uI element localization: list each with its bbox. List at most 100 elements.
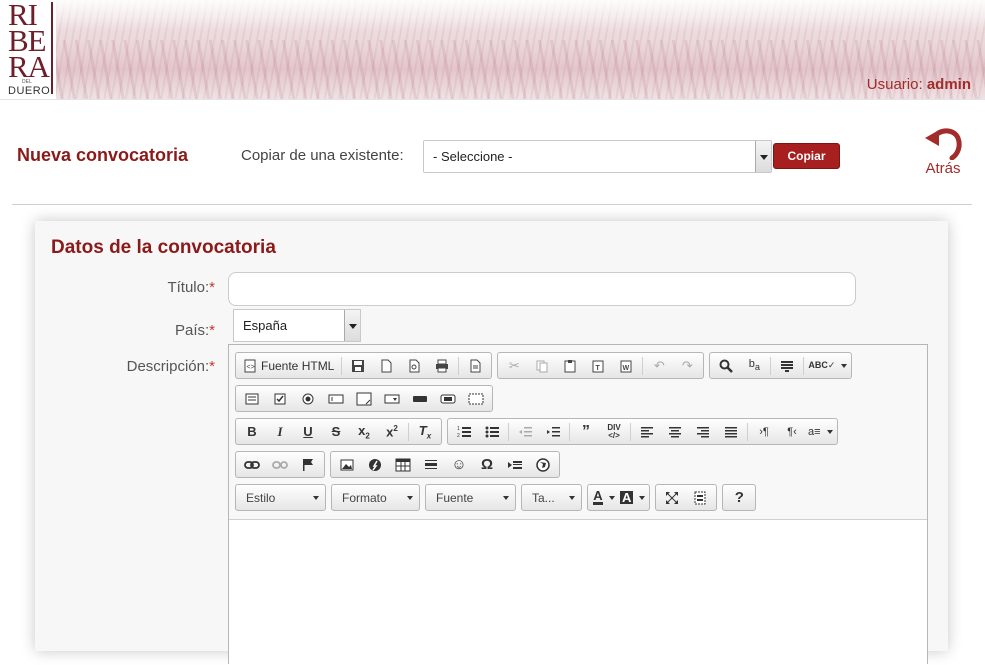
format-combo[interactable]: Formato — [331, 484, 420, 511]
user-name[interactable]: admin — [927, 76, 971, 93]
titulo-input[interactable] — [228, 272, 856, 306]
image-button-field-button[interactable] — [434, 386, 462, 411]
blockquote-button[interactable]: ” — [572, 419, 600, 444]
special-char-button[interactable]: Ω — [473, 452, 501, 477]
div-container-button[interactable]: DIV </> — [600, 419, 628, 444]
align-center-button[interactable] — [661, 419, 689, 444]
spellcheck-button[interactable]: ABC✓ — [806, 353, 849, 378]
paste-button[interactable] — [556, 353, 584, 378]
source-html-button[interactable]: <> Fuente HTML — [238, 353, 339, 378]
indent-button[interactable] — [539, 419, 567, 444]
radio-icon — [302, 393, 314, 404]
maximize-icon — [666, 491, 679, 504]
find-button[interactable] — [712, 353, 740, 378]
copy-text-button[interactable] — [528, 353, 556, 378]
divider — [12, 204, 972, 205]
italic-icon: I — [277, 423, 283, 439]
chevron-down-icon[interactable] — [755, 141, 771, 172]
cut-button[interactable]: ✂ — [500, 353, 528, 378]
language-button[interactable]: a≡ — [806, 419, 835, 444]
background-color-button[interactable]: A — [618, 485, 647, 510]
chevron-down-icon[interactable] — [344, 310, 360, 341]
print-button[interactable] — [428, 353, 456, 378]
copy-button[interactable]: Copiar — [773, 143, 840, 169]
ltr-button[interactable]: ›¶ — [750, 419, 778, 444]
unlink-button[interactable] — [266, 452, 294, 477]
textarea-button[interactable] — [350, 386, 378, 411]
pais-select[interactable]: España — [233, 309, 361, 342]
form-button[interactable] — [238, 386, 266, 411]
horizontal-rule-button[interactable] — [417, 452, 445, 477]
toolbar-group-basic-styles: B I U S x2 x2 Tx — [235, 418, 442, 445]
select-all-button[interactable] — [773, 353, 801, 378]
preview-button[interactable] — [400, 353, 428, 378]
maximize-button[interactable] — [658, 485, 686, 510]
back-link[interactable]: Atrás — [918, 124, 968, 177]
font-combo[interactable]: Fuente — [425, 484, 516, 511]
image-icon — [340, 459, 354, 470]
underline-button[interactable]: U — [294, 419, 322, 444]
select-field-button[interactable] — [378, 386, 406, 411]
bold-icon: B — [247, 424, 257, 439]
toolbar-group-help: ? — [722, 484, 757, 511]
superscript-icon: x2 — [386, 423, 398, 440]
templates-button[interactable] — [461, 353, 489, 378]
size-combo[interactable]: Ta... — [521, 484, 582, 511]
save-button[interactable] — [344, 353, 372, 378]
anchor-button[interactable] — [294, 452, 322, 477]
copy-from-select-value: - Seleccione - — [433, 149, 513, 164]
undo-icon: ↶ — [653, 357, 665, 373]
table-button[interactable] — [389, 452, 417, 477]
align-left-button[interactable] — [633, 419, 661, 444]
align-right-icon — [697, 426, 709, 437]
replace-button[interactable]: ba — [740, 353, 768, 378]
bold-button[interactable]: B — [238, 419, 266, 444]
preview-icon — [409, 359, 420, 372]
paste-text-button[interactable]: T — [584, 353, 612, 378]
button-field-button[interactable] — [406, 386, 434, 411]
new-page-button[interactable] — [372, 353, 400, 378]
copy-from-select[interactable]: - Seleccione - — [423, 140, 772, 173]
link-button[interactable] — [238, 452, 266, 477]
rtl-button[interactable]: ¶‹ — [778, 419, 806, 444]
checkbox-button[interactable] — [266, 386, 294, 411]
image-button[interactable] — [333, 452, 361, 477]
redo-button[interactable]: ↷ — [673, 353, 701, 378]
radio-button[interactable] — [294, 386, 322, 411]
search-icon — [719, 359, 734, 373]
strikethrough-button[interactable]: S — [322, 419, 350, 444]
select-all-icon — [781, 360, 794, 372]
toolbar-separator — [508, 422, 509, 441]
remove-format-button[interactable]: Tx — [411, 419, 439, 444]
flag-icon — [303, 458, 313, 471]
numbered-list-button[interactable]: 12 — [450, 419, 478, 444]
toolbar-separator — [458, 356, 460, 375]
ribera-logo[interactable]: RI BE RA DEL DUERO — [0, 0, 56, 99]
new-page-icon — [381, 359, 392, 372]
justify-icon — [725, 426, 737, 437]
subscript-button[interactable]: x2 — [350, 419, 378, 444]
chevron-down-icon — [826, 429, 833, 434]
justify-button[interactable] — [717, 419, 745, 444]
smiley-button[interactable]: ☺ — [445, 452, 473, 477]
undo-button[interactable]: ↶ — [645, 353, 673, 378]
remove-format-icon: Tx — [418, 422, 432, 441]
page-break-button[interactable] — [501, 452, 529, 477]
page-break-icon — [508, 460, 522, 469]
iframe-button[interactable] — [529, 452, 557, 477]
bulleted-list-button[interactable] — [478, 419, 506, 444]
align-right-button[interactable] — [689, 419, 717, 444]
hidden-field-button[interactable] — [462, 386, 490, 411]
paste-word-button[interactable]: W — [612, 353, 640, 378]
help-button[interactable]: ? — [725, 485, 753, 510]
text-color-button[interactable]: A — [590, 485, 618, 510]
text-field-button[interactable] — [322, 386, 350, 411]
superscript-button[interactable]: x2 — [378, 419, 406, 444]
italic-button[interactable]: I — [266, 419, 294, 444]
outdent-button[interactable] — [511, 419, 539, 444]
rtl-icon: ¶‹ — [787, 425, 797, 438]
style-combo[interactable]: Estilo — [235, 484, 326, 511]
editor-content-area[interactable] — [229, 519, 927, 665]
flash-button[interactable] — [361, 452, 389, 477]
show-blocks-button[interactable] — [686, 485, 714, 510]
